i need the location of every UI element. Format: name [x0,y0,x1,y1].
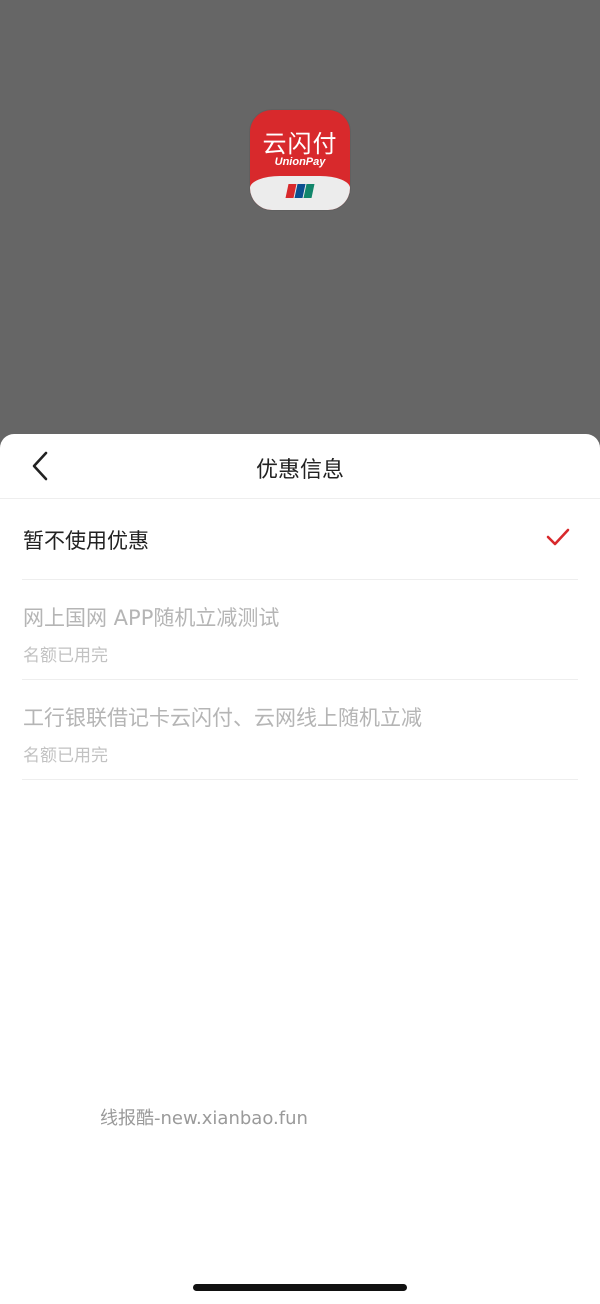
app-name-cn: 云闪付 [262,130,338,158]
option-icbc-discount: 工行银联借记卡云闪付、云网线上随机立减 名额已用完 [22,680,578,780]
option-status: 名额已用完 [23,646,108,666]
option-label: 工行银联借记卡云闪付、云网线上随机立减 [23,706,422,730]
sheet-header: 优惠信息 [0,434,600,499]
discount-sheet: 优惠信息 暂不使用优惠 网上国网 APP随机立减测试 名额已用完 工行银联借记卡… [0,434,600,1304]
watermark-text: 线报酷-new.xianbao.fun [100,1108,308,1129]
option-label: 网上国网 APP随机立减测试 [23,606,280,630]
sheet-title: 优惠信息 [255,458,344,483]
option-no-discount[interactable]: 暂不使用优惠 [22,499,578,580]
unionpay-logo-icon [285,184,315,198]
app-name-en: UnionPay [274,156,326,168]
home-indicator[interactable] [193,1284,407,1291]
option-state-grid-discount: 网上国网 APP随机立减测试 名额已用完 [22,580,578,680]
unionpay-app-icon: 云闪付 UnionPay [250,110,350,210]
check-icon [546,528,570,546]
option-status: 名额已用完 [23,746,108,766]
discount-list: 暂不使用优惠 网上国网 APP随机立减测试 名额已用完 工行银联借记卡云闪付、云… [22,499,578,780]
option-label: 暂不使用优惠 [23,529,149,553]
